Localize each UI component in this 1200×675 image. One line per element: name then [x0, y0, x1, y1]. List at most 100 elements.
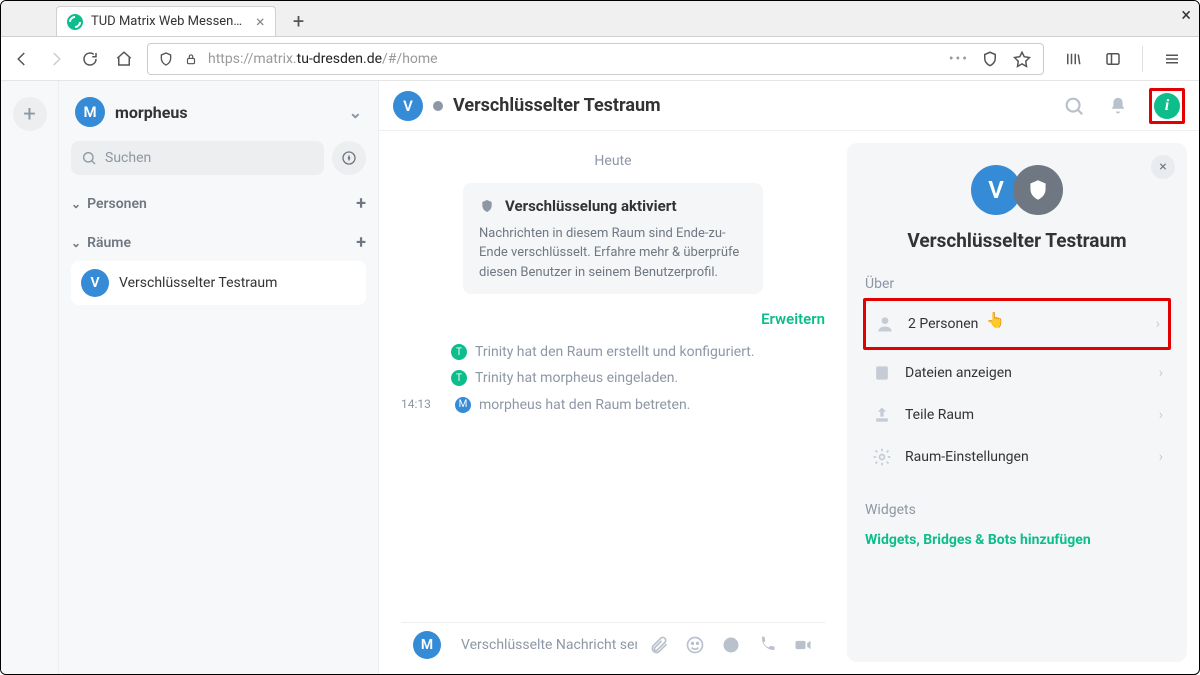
- search-placeholder: Suchen: [105, 150, 151, 166]
- people-label: 2 Personen: [908, 316, 978, 332]
- room-title: Verschlüsselter Testraum: [453, 95, 661, 116]
- add-person-button[interactable]: +: [356, 193, 366, 214]
- address-bar[interactable]: https://matrix.tu-dresden.de/#/home •••: [147, 43, 1044, 75]
- encryption-notice-title: Verschlüsselung aktiviert: [505, 195, 677, 218]
- room-info-highlight: i: [1149, 88, 1185, 124]
- tab-close-icon[interactable]: ×: [256, 14, 265, 30]
- emoji-icon[interactable]: [685, 635, 705, 655]
- reload-icon[interactable]: [79, 48, 101, 70]
- files-icon: [871, 362, 893, 384]
- new-tab-button[interactable]: +: [284, 6, 314, 36]
- event-text: Trinity hat den Raum erstellt und konfig…: [475, 342, 755, 362]
- encryption-shield-icon: [1013, 165, 1063, 215]
- library-icon[interactable]: [1062, 48, 1084, 70]
- sticker-icon[interactable]: [721, 635, 741, 655]
- date-separator: Heute: [401, 153, 825, 169]
- home-icon[interactable]: [113, 48, 135, 70]
- nav-forward-icon: [45, 48, 67, 70]
- gear-icon: [871, 446, 893, 468]
- compass-icon: [341, 150, 357, 166]
- settings-label: Raum-Einstellungen: [905, 449, 1029, 465]
- event-text: morpheus hat den Raum betreten.: [479, 395, 690, 415]
- video-call-icon[interactable]: [793, 635, 813, 655]
- sidebar-icon[interactable]: [1102, 48, 1124, 70]
- explore-button[interactable]: [332, 141, 366, 175]
- composer-input[interactable]: Verschlüsselte Nachricht sen: [453, 637, 637, 653]
- timeline: Heute Verschlüsselung aktiviert Nachrich…: [379, 131, 847, 674]
- composer-avatar: M: [413, 631, 441, 659]
- attach-icon[interactable]: [649, 635, 669, 655]
- chevron-right-icon: ›: [1159, 449, 1163, 465]
- chevron-right-icon: ›: [1159, 365, 1163, 381]
- browser-toolbar: https://matrix.tu-dresden.de/#/home •••: [1, 37, 1199, 81]
- lock-icon[interactable]: [184, 52, 198, 66]
- voice-call-icon[interactable]: [757, 635, 777, 655]
- member-avatar: T: [451, 370, 467, 386]
- bookmark-star-icon[interactable]: [1011, 48, 1033, 70]
- username-label: morpheus: [115, 103, 188, 122]
- nav-back-icon[interactable]: [11, 48, 33, 70]
- expand-button[interactable]: Erweitern: [401, 310, 825, 328]
- room-name-label: Verschlüsselter Testraum: [119, 275, 277, 291]
- member-avatar: T: [451, 344, 467, 360]
- message-composer: M Verschlüsselte Nachricht sen: [401, 622, 825, 666]
- add-widgets-link[interactable]: Widgets, Bridges & Bots hinzufügen: [865, 532, 1169, 548]
- permissions-shield-icon[interactable]: [979, 48, 1001, 70]
- shield-icon: [479, 198, 495, 214]
- room-search-icon[interactable]: [1061, 93, 1087, 119]
- room-list-sidebar: M morpheus ⌄ Suchen ⌄ Personen + ⌄: [59, 81, 379, 674]
- encryption-notice-card: Verschlüsselung aktiviert Nachrichten in…: [463, 183, 763, 294]
- settings-item[interactable]: Raum-Einstellungen ›: [865, 436, 1169, 478]
- timeline-event: T Trinity hat morpheus eingeladen.: [451, 368, 825, 388]
- add-room-button[interactable]: +: [356, 232, 366, 253]
- composer-placeholder: Verschlüsselte Nachricht sen: [461, 637, 637, 653]
- room-avatar: V: [81, 269, 109, 297]
- timeline-event: 14:13 M morpheus hat den Raum betreten.: [401, 395, 825, 415]
- encryption-notice-body: Nachrichten in diesem Raum sind Ende-zu-…: [479, 224, 747, 283]
- menu-icon[interactable]: [1161, 48, 1183, 70]
- user-menu[interactable]: M morpheus ⌄: [71, 91, 366, 133]
- person-icon: [874, 313, 896, 335]
- timeline-event: T Trinity hat den Raum erstellt und konf…: [451, 342, 825, 362]
- url-text: https://matrix.tu-dresden.de/#/home: [208, 51, 939, 67]
- page-actions-icon[interactable]: •••: [949, 51, 969, 67]
- share-label: Teile Raum: [905, 407, 974, 423]
- search-icon: [81, 150, 97, 166]
- panel-room-title: Verschlüsselter Testraum: [865, 229, 1169, 252]
- room-info-button[interactable]: i: [1154, 93, 1180, 119]
- people-item-highlight: 2 Personen 👆 ›: [863, 298, 1171, 350]
- member-avatar: M: [455, 397, 471, 413]
- about-section-label: Über: [865, 276, 1169, 292]
- browser-tab-bar: TUD Matrix Web Messen… × + ×: [1, 1, 1199, 37]
- tracking-shield-icon[interactable]: [158, 51, 174, 67]
- search-input[interactable]: Suchen: [71, 141, 324, 175]
- room-header: V Verschlüsselter Testraum i: [379, 81, 1199, 131]
- files-item[interactable]: Dateien anzeigen ›: [865, 352, 1169, 394]
- chevron-down-icon: ⌄: [349, 103, 362, 122]
- browser-tab[interactable]: TUD Matrix Web Messen… ×: [56, 6, 276, 36]
- people-section-label: Personen: [87, 196, 147, 212]
- files-label: Dateien anzeigen: [905, 365, 1012, 381]
- tab-favicon: [67, 14, 83, 30]
- encryption-indicator-icon: [433, 101, 443, 111]
- room-info-panel: × V Verschlüsselter Testraum Über 2 Pers…: [847, 143, 1187, 662]
- window-close-icon[interactable]: ×: [1181, 5, 1191, 26]
- tab-title: TUD Matrix Web Messen…: [91, 14, 242, 29]
- people-section-header[interactable]: ⌄ Personen +: [71, 193, 366, 214]
- widgets-section-label: Widgets: [865, 502, 1169, 518]
- close-panel-button[interactable]: ×: [1151, 155, 1175, 179]
- room-list-item[interactable]: V Verschlüsselter Testraum: [71, 261, 366, 305]
- people-item[interactable]: 2 Personen 👆 ›: [868, 303, 1166, 345]
- event-text: Trinity hat morpheus eingeladen.: [475, 368, 678, 388]
- rooms-section-header[interactable]: ⌄ Räume +: [71, 232, 366, 253]
- create-space-button[interactable]: +: [13, 97, 47, 131]
- event-timestamp: 14:13: [401, 397, 447, 411]
- share-icon: [871, 404, 893, 426]
- space-bar: +: [1, 81, 59, 674]
- notifications-icon[interactable]: [1105, 93, 1131, 119]
- share-item[interactable]: Teile Raum ›: [865, 394, 1169, 436]
- chevron-down-icon: ⌄: [71, 197, 81, 211]
- chevron-right-icon: ›: [1156, 316, 1160, 332]
- chevron-down-icon: ⌄: [71, 236, 81, 250]
- room-panel-avatars: V: [865, 165, 1169, 215]
